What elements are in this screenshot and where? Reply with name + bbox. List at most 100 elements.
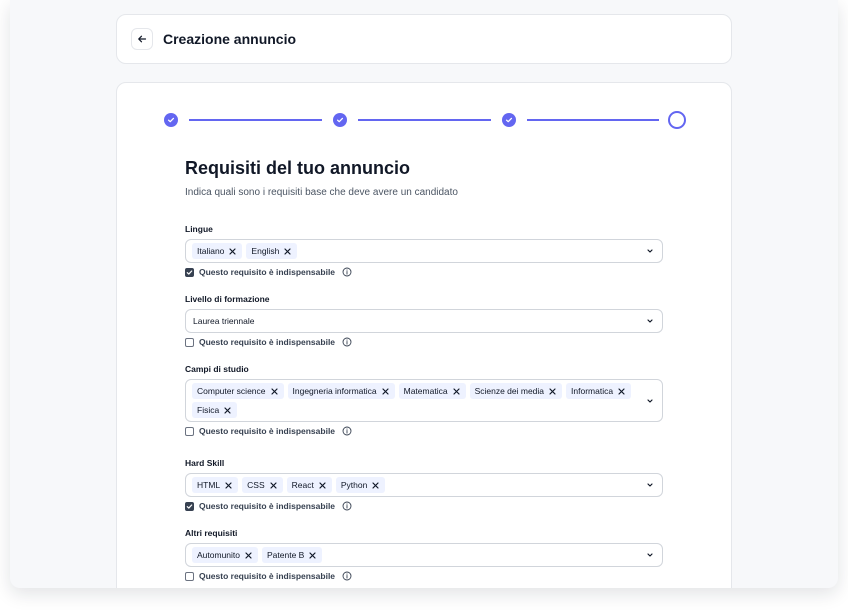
required-row: Questo requisito è indispensabile: [185, 267, 663, 277]
chip: Python: [335, 477, 386, 493]
required-label: Questo requisito è indispensabile: [199, 337, 336, 347]
chip: English: [246, 243, 298, 259]
hard-skill-select[interactable]: HTML CSS React Python: [185, 473, 663, 497]
close-icon[interactable]: [228, 247, 237, 256]
close-icon[interactable]: [452, 387, 461, 396]
step-connector: [527, 119, 659, 121]
chip: React: [286, 477, 332, 493]
field-livello-formazione: Livello di formazione Laurea triennale Que…: [185, 294, 663, 347]
required-label: Questo requisito è indispensabile: [199, 267, 336, 277]
required-label: Questo requisito è indispensabile: [199, 571, 336, 581]
chip: Automunito: [192, 547, 258, 563]
check-icon: [167, 117, 175, 123]
lingue-select[interactable]: Italiano English: [185, 239, 663, 263]
chip-label: Patente B: [267, 550, 305, 560]
chip: HTML: [192, 477, 239, 493]
chip: Informatica: [566, 383, 632, 399]
required-checkbox[interactable]: [185, 571, 194, 581]
close-icon[interactable]: [283, 247, 292, 256]
section-title: Requisiti del tuo annuncio: [185, 158, 410, 178]
field-label: Lingue: [185, 224, 213, 234]
step-2-done[interactable]: [333, 113, 347, 127]
section-subtitle: Indica quali sono i requisiti base che d…: [185, 187, 458, 198]
chip: Ingegneria informatica: [287, 383, 395, 399]
required-label: Questo requisito è indispensabile: [199, 501, 336, 511]
close-icon[interactable]: [381, 387, 390, 396]
chip-label: Informatica: [571, 386, 614, 396]
close-icon[interactable]: [223, 406, 232, 415]
check-icon: [186, 269, 193, 275]
chip: Italiano: [192, 243, 243, 259]
chip-label: Automunito: [197, 550, 240, 560]
check-icon: [186, 503, 193, 509]
step-4-current[interactable]: [668, 111, 686, 129]
chevron-down-icon: [647, 483, 653, 487]
chip: Patente B: [262, 547, 323, 563]
field-campi-studio: Campi di studio Computer science Ingegneri…: [185, 364, 663, 436]
chevron-down-icon: [647, 249, 653, 253]
field-lingue: Lingue Italiano English Questo requisito è …: [185, 224, 663, 277]
required-checkbox[interactable]: [185, 337, 194, 347]
info-icon[interactable]: [342, 337, 352, 347]
field-label: Campi di studio: [185, 364, 249, 374]
arrow-left-icon: [138, 35, 147, 43]
close-icon[interactable]: [371, 481, 380, 490]
chip: CSS: [242, 477, 283, 493]
chip-label: Italiano: [197, 246, 225, 256]
required-row: Questo requisito è indispensabile: [185, 501, 663, 511]
chip-label: Fisica: [197, 405, 220, 415]
form-card: Requisiti del tuo annuncio Indica quali …: [116, 82, 732, 588]
chip: Matematica: [398, 383, 466, 399]
chip-label: Ingegneria informatica: [292, 386, 377, 396]
required-row: Questo requisito è indispensabile: [185, 571, 663, 581]
info-icon[interactable]: [342, 426, 352, 436]
field-altri-requisiti: Altri requisiti Automunito Patente B Questo…: [185, 528, 663, 581]
check-icon: [336, 117, 344, 123]
chevron-down-icon: [647, 319, 653, 323]
stepper: [117, 83, 731, 143]
chevron-down-icon: [647, 553, 653, 557]
close-icon[interactable]: [270, 387, 279, 396]
close-icon[interactable]: [617, 387, 626, 396]
field-label: Hard Skill: [185, 458, 225, 468]
required-row: Questo requisito è indispensabile: [185, 337, 663, 347]
check-icon: [505, 117, 513, 123]
chip-label: Computer science: [197, 386, 266, 396]
page-title: Creazione annuncio: [163, 31, 297, 47]
chip: Fisica: [192, 402, 238, 418]
chip: Computer science: [192, 383, 284, 399]
select-value: Laurea triennale: [193, 316, 255, 326]
required-checkbox[interactable]: [185, 501, 194, 511]
chevron-down-icon: [647, 398, 653, 403]
close-icon[interactable]: [548, 387, 557, 396]
required-label: Questo requisito è indispensabile: [199, 426, 336, 436]
required-checkbox[interactable]: [185, 267, 194, 277]
chip: Scienze dei media: [469, 383, 563, 399]
step-1-done[interactable]: [164, 113, 178, 127]
back-button[interactable]: [131, 28, 153, 50]
livello-formazione-select[interactable]: Laurea triennale: [185, 309, 663, 333]
close-icon[interactable]: [308, 551, 317, 560]
altri-requisiti-select[interactable]: Automunito Patente B: [185, 543, 663, 567]
info-icon[interactable]: [342, 571, 352, 581]
app-window: Creazione annuncio Requisiti del tuo ann…: [10, 0, 838, 588]
info-icon[interactable]: [342, 267, 352, 277]
field-label: Altri requisiti: [185, 528, 238, 538]
chip-label: English: [251, 246, 280, 256]
info-icon[interactable]: [342, 501, 352, 511]
field-hard-skill: Hard Skill HTML CSS React Python Questo requi…: [185, 458, 663, 511]
chip-label: HTML: [197, 480, 221, 490]
step-connector: [358, 119, 491, 121]
chip-label: Matematica: [403, 386, 448, 396]
chip-label: CSS: [247, 480, 265, 490]
close-icon[interactable]: [318, 481, 327, 490]
chip-label: Python: [340, 480, 368, 490]
close-icon[interactable]: [269, 481, 278, 490]
close-icon[interactable]: [224, 481, 233, 490]
required-row: Questo requisito è indispensabile: [185, 426, 663, 436]
step-3-done[interactable]: [502, 113, 516, 127]
campi-studio-select[interactable]: Computer science Ingegneria informatica Ma…: [185, 379, 663, 422]
required-checkbox[interactable]: [185, 426, 194, 436]
close-icon[interactable]: [244, 551, 253, 560]
chip-label: Scienze dei media: [474, 386, 545, 396]
